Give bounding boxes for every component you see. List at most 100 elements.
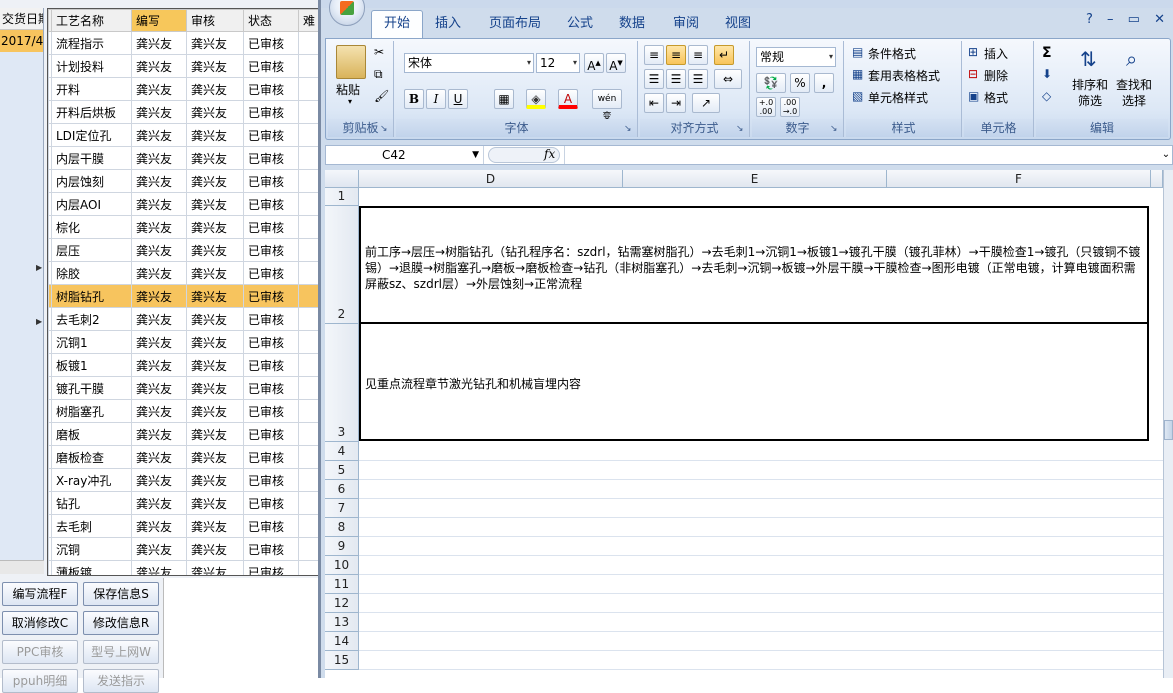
increase-decimal-button[interactable]: +.0 .00 — [756, 97, 776, 117]
row-header[interactable]: 9 — [325, 537, 359, 556]
cell-difficulty[interactable] — [298, 284, 318, 308]
tab-data[interactable]: 数据 — [619, 13, 645, 35]
cell-reviewer[interactable]: 龚兴友 — [186, 100, 244, 124]
paste-label[interactable]: 粘贴 — [336, 81, 360, 98]
orientation-icon[interactable]: ↗ — [692, 93, 720, 113]
column-header-d[interactable]: D — [359, 170, 623, 188]
alignment-launcher-icon[interactable]: ↘ — [736, 124, 746, 134]
delivery-date-header[interactable]: 交货日期 — [0, 8, 43, 30]
ppc-review-button[interactable]: PPC审核 — [2, 640, 78, 664]
cell-author[interactable]: 龚兴友 — [131, 146, 187, 170]
comma-button[interactable]: , — [814, 73, 834, 93]
cell-reviewer[interactable]: 龚兴友 — [186, 445, 244, 469]
cell-difficulty[interactable] — [298, 100, 318, 124]
column-header-g[interactable] — [1151, 170, 1163, 188]
cell-status[interactable]: 已审核 — [243, 54, 299, 78]
cell-status[interactable]: 已审核 — [243, 146, 299, 170]
cell-reviewer[interactable]: 龚兴友 — [186, 31, 244, 55]
cell-author[interactable]: 龚兴友 — [131, 284, 187, 308]
cell-author[interactable]: 龚兴友 — [131, 169, 187, 193]
cell-status[interactable]: 已审核 — [243, 353, 299, 377]
table-row[interactable]: 钻孔 龚兴友 龚兴友 已审核 — [48, 491, 318, 515]
cell-process-name[interactable]: 树脂塞孔 — [51, 399, 132, 423]
cell-process-name[interactable]: 棕化 — [51, 215, 132, 239]
cell-reviewer[interactable]: 龚兴友 — [186, 284, 244, 308]
table-row[interactable]: 树脂钻孔 龚兴友 龚兴友 已审核 — [48, 284, 318, 308]
font-launcher-icon[interactable]: ↘ — [624, 124, 634, 134]
cell-author[interactable]: 龚兴友 — [131, 215, 187, 239]
cell-reviewer[interactable]: 龚兴友 — [186, 537, 244, 561]
table-row[interactable]: 流程指示 龚兴友 龚兴友 已审核 — [48, 31, 318, 55]
align-left-icon[interactable]: ☰ — [644, 69, 664, 89]
cell-status[interactable]: 已审核 — [243, 284, 299, 308]
column-header-e[interactable]: E — [623, 170, 887, 188]
row-header[interactable]: 6 — [325, 480, 359, 499]
cell-reviewer[interactable]: 龚兴友 — [186, 353, 244, 377]
office-button[interactable] — [329, 0, 365, 26]
cell-reviewer[interactable]: 龚兴友 — [186, 146, 244, 170]
cell-reviewer[interactable]: 龚兴友 — [186, 261, 244, 285]
cell-reviewer[interactable]: 龚兴友 — [186, 330, 244, 354]
minimize-icon[interactable]: – — [1107, 12, 1114, 27]
cell-status[interactable]: 已审核 — [243, 261, 299, 285]
table-format-button[interactable]: 套用表格格式 — [868, 67, 940, 84]
cell-process-name[interactable]: 流程指示 — [51, 31, 132, 55]
increase-indent-icon[interactable]: ⇥ — [666, 93, 686, 113]
vertical-scrollbar[interactable] — [1163, 170, 1173, 678]
cell-status[interactable]: 已审核 — [243, 514, 299, 538]
cell-author[interactable]: 龚兴友 — [131, 238, 187, 262]
table-row[interactable]: 开料 龚兴友 龚兴友 已审核 — [48, 77, 318, 101]
table-row[interactable]: 磨板 龚兴友 龚兴友 已审核 — [48, 422, 318, 446]
cell-difficulty[interactable] — [298, 399, 318, 423]
table-row[interactable]: 镀孔干膜 龚兴友 龚兴友 已审核 — [48, 376, 318, 400]
cell-reviewer[interactable]: 龚兴友 — [186, 560, 244, 575]
row-header[interactable]: 4 — [325, 442, 359, 461]
cell-process-name[interactable]: X-ray冲孔 — [51, 468, 132, 492]
align-bottom-icon[interactable]: ≡ — [688, 45, 708, 65]
cell-difficulty[interactable] — [298, 560, 318, 575]
cell-status[interactable]: 已审核 — [243, 491, 299, 515]
table-row[interactable]: 板镀1 龚兴友 龚兴友 已审核 — [48, 353, 318, 377]
column-header-status[interactable]: 状态 — [243, 9, 299, 32]
cell-process-name[interactable]: 磨板 — [51, 422, 132, 446]
align-right-icon[interactable]: ☰ — [688, 69, 708, 89]
name-box[interactable]: C42 ▼ — [326, 146, 484, 164]
cell-author[interactable]: 龚兴友 — [131, 353, 187, 377]
sort-filter-icon[interactable]: ⇅ — [1080, 47, 1097, 71]
cell-difficulty[interactable] — [298, 169, 318, 193]
cell-difficulty[interactable] — [298, 77, 318, 101]
cell-process-name[interactable]: 除胶 — [51, 261, 132, 285]
table-row[interactable]: X-ray冲孔 龚兴友 龚兴友 已审核 — [48, 468, 318, 492]
cell-status[interactable]: 已审核 — [243, 169, 299, 193]
table-row[interactable]: 内层AOI 龚兴友 龚兴友 已审核 — [48, 192, 318, 216]
cell-author[interactable]: 龚兴友 — [131, 491, 187, 515]
cell-process-name[interactable]: 计划投料 — [51, 54, 132, 78]
write-flow-button[interactable]: 编写流程F — [2, 582, 78, 606]
cell-process-name[interactable]: 开料 — [51, 77, 132, 101]
sort-filter-button[interactable]: 排序和 筛选 — [1072, 77, 1108, 109]
row-header[interactable]: 2 — [325, 206, 359, 324]
cell-process-name[interactable]: 板镀1 — [51, 353, 132, 377]
cell-reviewer[interactable]: 龚兴友 — [186, 215, 244, 239]
find-select-button[interactable]: 查找和 选择 — [1116, 77, 1152, 109]
cell-process-name[interactable]: 钻孔 — [51, 491, 132, 515]
formula-input[interactable] — [564, 146, 1172, 164]
cell-author[interactable]: 龚兴友 — [131, 330, 187, 354]
tab-page-layout[interactable]: 页面布局 — [489, 13, 541, 35]
cell-difficulty[interactable] — [298, 146, 318, 170]
cell-reviewer[interactable]: 龚兴友 — [186, 376, 244, 400]
cell-styles-icon[interactable]: ▧ — [852, 89, 863, 103]
cell-process-name[interactable]: 开料后烘板 — [51, 100, 132, 124]
bold-button[interactable]: B — [404, 89, 424, 109]
percent-button[interactable]: % — [790, 73, 810, 93]
cell-difficulty[interactable] — [298, 330, 318, 354]
cell-status[interactable]: 已审核 — [243, 238, 299, 262]
cell-author[interactable]: 龚兴友 — [131, 422, 187, 446]
cell-author[interactable]: 龚兴友 — [131, 468, 187, 492]
delivery-date-cell[interactable]: 2017/4/ — [0, 30, 43, 52]
table-row[interactable]: 层压 龚兴友 龚兴友 已审核 — [48, 238, 318, 262]
table-row[interactable]: 棕化 龚兴友 龚兴友 已审核 — [48, 215, 318, 239]
cell-process-name[interactable]: 薄板镀 — [51, 560, 132, 575]
row-header[interactable]: 13 — [325, 613, 359, 632]
table-format-icon[interactable]: ▦ — [852, 67, 863, 81]
